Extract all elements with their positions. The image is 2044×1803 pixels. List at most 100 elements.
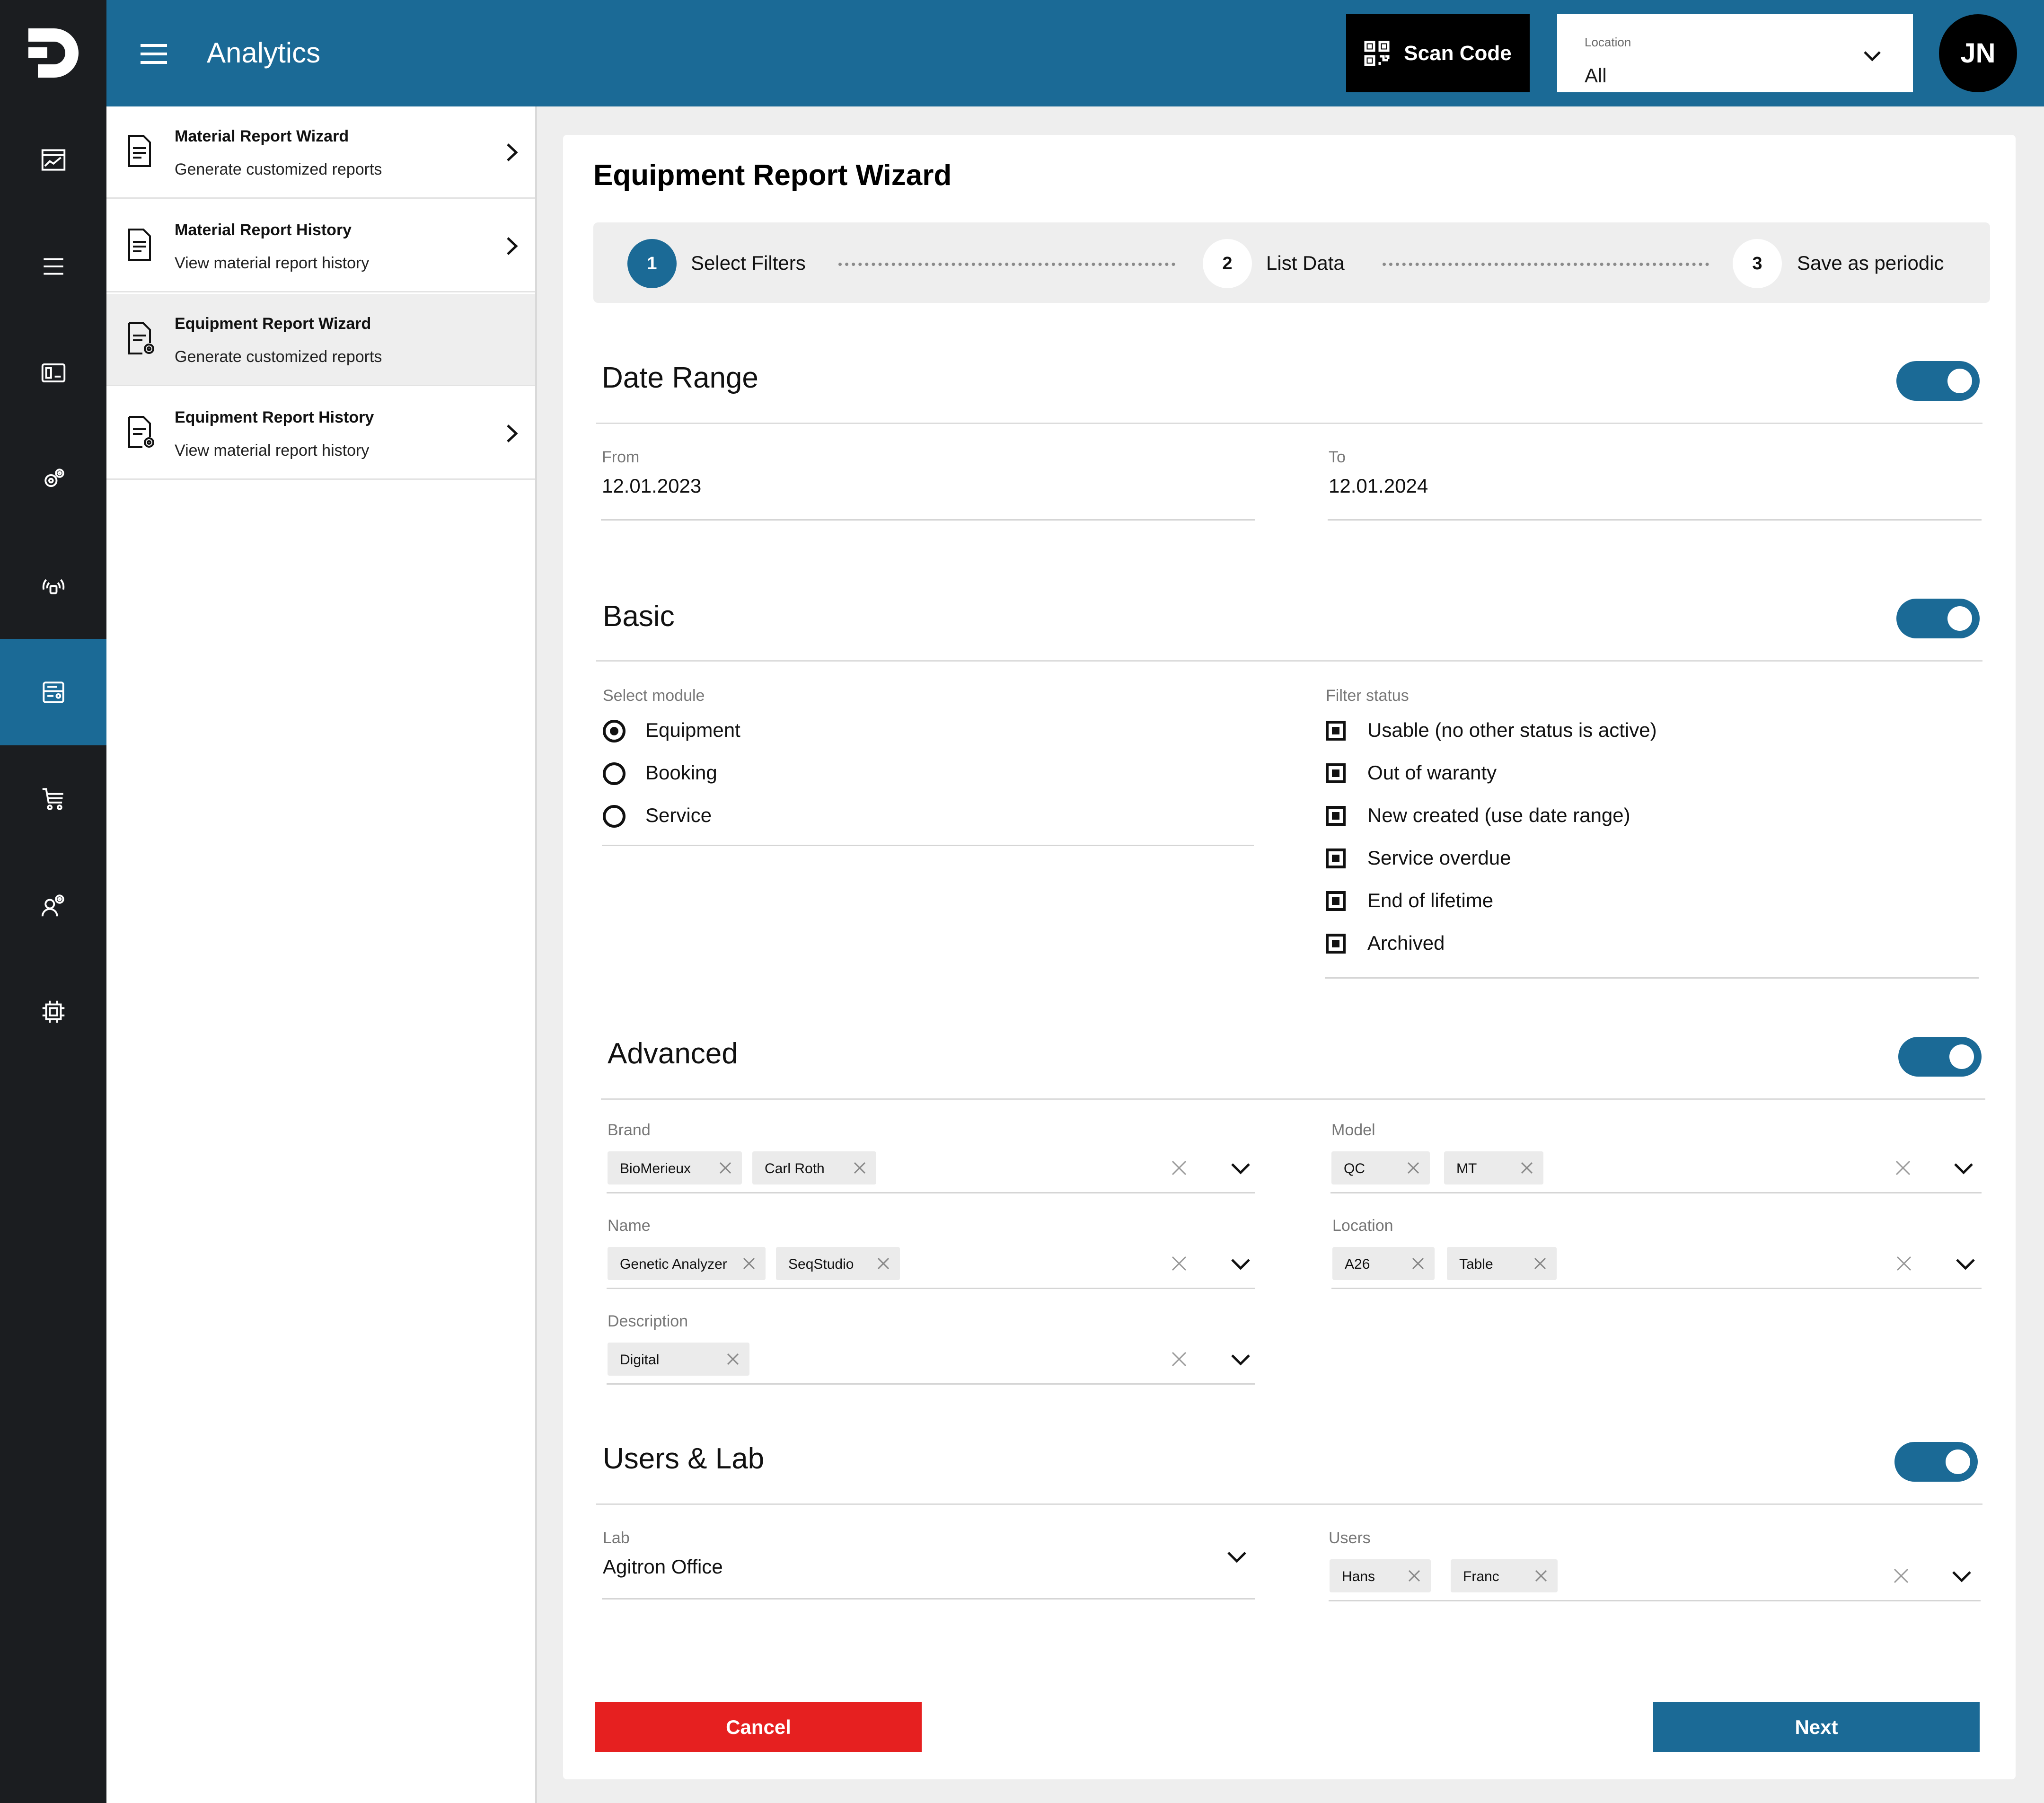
side-item-material-report-wizard[interactable]: Material Report Wizard Generate customiz… xyxy=(106,106,535,199)
users-label: Users xyxy=(1329,1529,1371,1547)
app-logo[interactable] xyxy=(25,25,81,81)
rail-devices[interactable] xyxy=(0,958,106,1065)
side-item-subtitle: Generate customized reports xyxy=(175,160,382,178)
wizard-card: Equipment Report Wizard 1 Select Filters… xyxy=(563,135,2016,1779)
to-date-input[interactable]: 12.01.2024 xyxy=(1329,475,1428,497)
description-dropdown-chevron-icon[interactable] xyxy=(1227,1346,1254,1372)
step-1-label: Select Filters xyxy=(691,252,806,274)
step-2-number[interactable]: 2 xyxy=(1203,239,1252,288)
remove-chip-icon[interactable] xyxy=(741,1255,757,1272)
lab-select-value[interactable]: Agitron Office xyxy=(603,1556,723,1578)
input-underline xyxy=(601,519,1255,521)
chip-location-table: Table xyxy=(1447,1247,1557,1280)
checkbox-out-of-warranty[interactable] xyxy=(1326,763,1346,783)
model-dropdown-chevron-icon[interactable] xyxy=(1950,1155,1977,1181)
users-lab-title: Users & Lab xyxy=(603,1442,765,1475)
side-item-equipment-report-history[interactable]: Equipment Report History View material r… xyxy=(106,388,535,480)
chip-text: A26 xyxy=(1345,1256,1370,1272)
checkbox-usable[interactable] xyxy=(1326,721,1346,741)
scan-code-label: Scan Code xyxy=(1404,41,1512,65)
chip-name-genetic-analyzer: Genetic Analyzer xyxy=(608,1247,766,1280)
side-item-equipment-report-wizard[interactable]: Equipment Report Wizard Generate customi… xyxy=(106,294,535,386)
advanced-toggle[interactable] xyxy=(1898,1037,1982,1077)
users-dropdown-chevron-icon[interactable] xyxy=(1948,1563,1975,1589)
brand-dropdown-chevron-icon[interactable] xyxy=(1227,1155,1254,1181)
clear-location-icon[interactable] xyxy=(1894,1254,1913,1273)
lab-dropdown-chevron-icon[interactable] xyxy=(1224,1543,1250,1570)
brand-label: Brand xyxy=(608,1121,651,1139)
wizard-title: Equipment Report Wizard xyxy=(593,159,952,192)
remove-chip-icon[interactable] xyxy=(1532,1255,1548,1272)
divider xyxy=(596,1503,1982,1505)
gears-icon xyxy=(44,468,64,487)
remove-chip-icon[interactable] xyxy=(1533,1568,1549,1584)
location-dropdown-chevron-icon[interactable] xyxy=(1952,1250,1979,1277)
step-connector xyxy=(1383,263,1709,266)
user-avatar[interactable]: JN xyxy=(1939,14,2017,92)
date-range-toggle[interactable] xyxy=(1896,361,1980,401)
clear-users-icon[interactable] xyxy=(1892,1566,1911,1585)
location-label: Location xyxy=(1585,35,1631,49)
scan-code-button[interactable]: Scan Code xyxy=(1346,14,1530,92)
chip-description-digital: Digital xyxy=(608,1343,749,1376)
signal-icon xyxy=(42,579,64,594)
remove-chip-icon[interactable] xyxy=(1406,1568,1422,1584)
rail-dashboard[interactable] xyxy=(0,106,106,213)
chip-location-a26: A26 xyxy=(1332,1247,1435,1280)
radio-booking[interactable] xyxy=(603,762,626,785)
side-item-title: Material Report History xyxy=(175,221,352,239)
rail-users[interactable] xyxy=(0,852,106,958)
name-dropdown-chevron-icon[interactable] xyxy=(1227,1250,1254,1277)
chip-text: Digital xyxy=(620,1352,660,1368)
page-title: Analytics xyxy=(207,37,321,69)
remove-chip-icon[interactable] xyxy=(852,1160,868,1176)
description-label: Description xyxy=(608,1312,688,1330)
checkbox-service-overdue[interactable] xyxy=(1326,848,1346,868)
clear-description-icon[interactable] xyxy=(1170,1350,1189,1369)
chip-text: BioMerieux xyxy=(620,1161,691,1176)
chip-name-seqstudio: SeqStudio xyxy=(776,1247,900,1280)
checkbox-end-of-lifetime[interactable] xyxy=(1326,891,1346,911)
from-date-input[interactable]: 12.01.2023 xyxy=(602,475,701,497)
input-underline xyxy=(602,1598,1255,1600)
basic-toggle[interactable] xyxy=(1896,599,1980,638)
rail-settings[interactable] xyxy=(0,426,106,532)
next-button[interactable]: Next xyxy=(1653,1702,1980,1752)
remove-chip-icon[interactable] xyxy=(717,1160,733,1176)
step-3-number[interactable]: 3 xyxy=(1733,239,1782,288)
side-item-material-report-history[interactable]: Material Report History View material re… xyxy=(106,200,535,292)
clear-model-icon[interactable] xyxy=(1894,1158,1912,1177)
checkbox-new-created[interactable] xyxy=(1326,806,1346,826)
qr-code-icon xyxy=(1364,41,1390,66)
location-select[interactable]: Location All xyxy=(1557,14,1913,92)
users-lab-toggle[interactable] xyxy=(1894,1442,1978,1482)
rail-inventory[interactable] xyxy=(0,319,106,426)
to-label: To xyxy=(1329,448,1346,466)
clear-brand-icon[interactable] xyxy=(1170,1158,1189,1177)
rail-list[interactable] xyxy=(0,213,106,319)
remove-chip-icon[interactable] xyxy=(1405,1160,1421,1176)
radio-service[interactable] xyxy=(603,805,626,828)
chip-text: Hans xyxy=(1342,1569,1375,1584)
input-underline xyxy=(1325,977,1979,979)
remove-chip-icon[interactable] xyxy=(1410,1255,1426,1272)
chip-model-mt: MT xyxy=(1444,1151,1543,1184)
cancel-button[interactable]: Cancel xyxy=(595,1702,922,1752)
remove-chip-icon[interactable] xyxy=(1519,1160,1535,1176)
chip-text: Table xyxy=(1459,1256,1493,1272)
remove-chip-icon[interactable] xyxy=(875,1255,891,1272)
user-gear-icon xyxy=(41,894,64,916)
rail-monitoring[interactable] xyxy=(0,532,106,639)
checkbox-archived[interactable] xyxy=(1326,934,1346,954)
step-1-number[interactable]: 1 xyxy=(627,239,677,288)
clear-name-icon[interactable] xyxy=(1170,1254,1189,1273)
document-icon xyxy=(128,229,151,261)
report-menu: Material Report Wizard Generate customiz… xyxy=(106,106,537,1803)
remove-chip-icon[interactable] xyxy=(725,1351,741,1367)
rail-shop[interactable] xyxy=(0,745,106,852)
rail-analytics[interactable] xyxy=(0,639,106,745)
hamburger-menu-icon[interactable] xyxy=(139,39,169,69)
chart-icon xyxy=(41,149,65,171)
side-item-subtitle: View material report history xyxy=(175,254,370,272)
radio-equipment[interactable] xyxy=(603,720,626,742)
